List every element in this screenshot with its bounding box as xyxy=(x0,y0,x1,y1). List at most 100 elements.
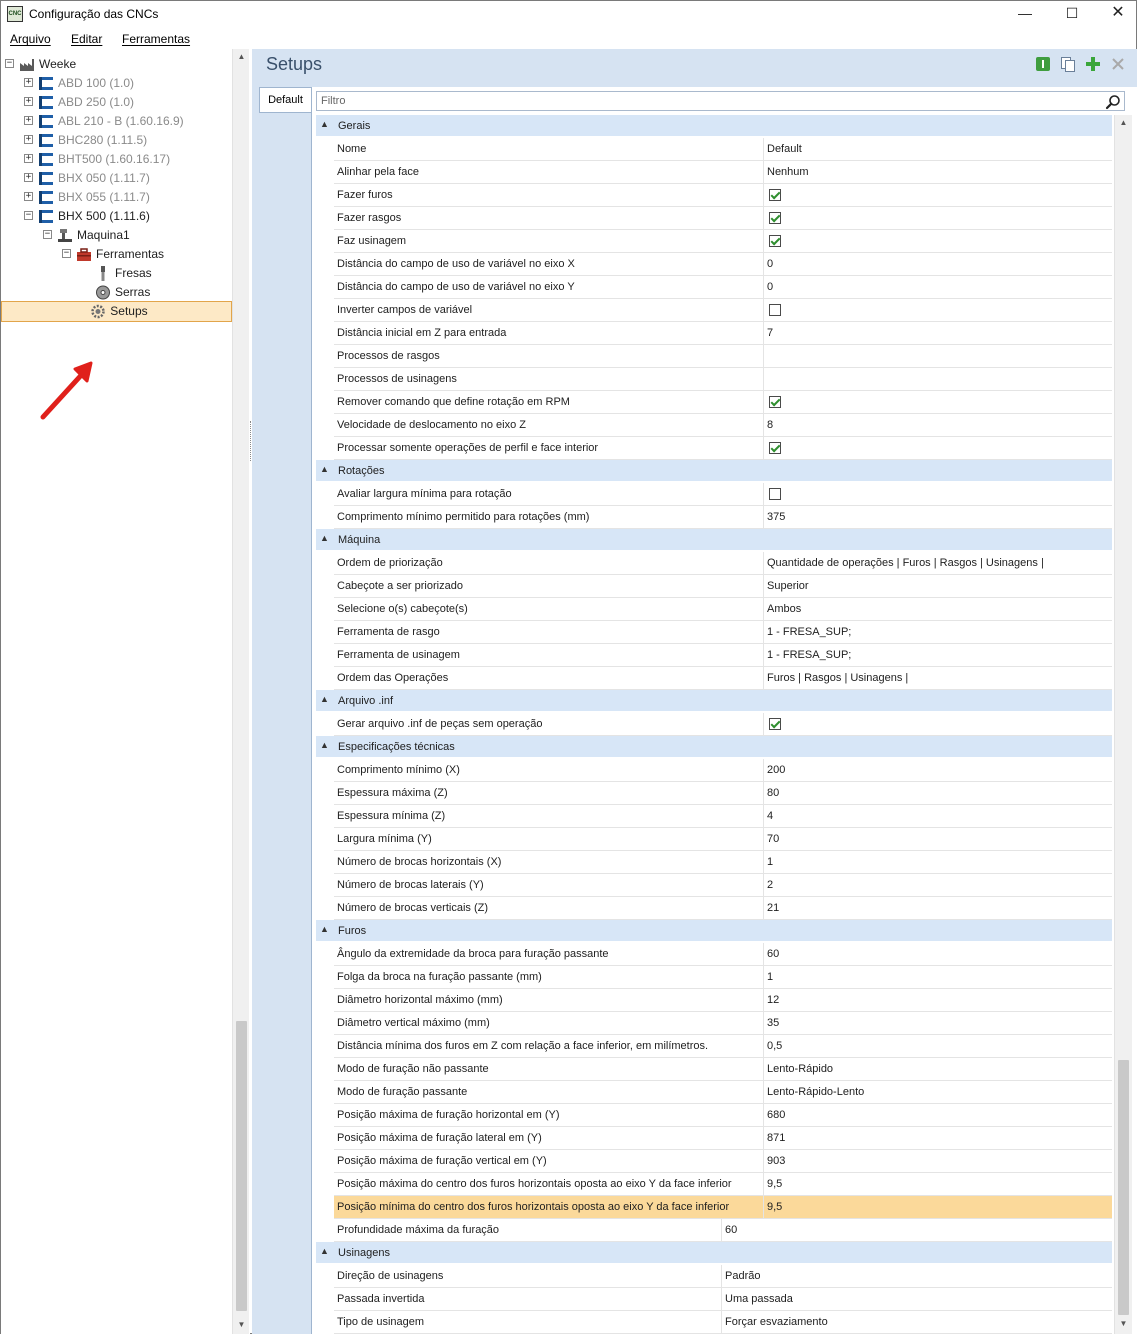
tree-node-tool[interactable]: Serras xyxy=(1,283,231,302)
property-checkbox[interactable] xyxy=(769,488,781,500)
property-row[interactable]: Selecione o(s) cabeçote(s) Ambos xyxy=(334,598,1112,621)
green-info-icon[interactable] xyxy=(1035,56,1051,72)
expand-icon[interactable]: + xyxy=(24,97,33,106)
category-header[interactable]: ▲ Rotações xyxy=(316,460,1112,482)
property-row[interactable]: Cabeçote a ser priorizado Superior xyxy=(334,575,1112,598)
filter-field[interactable] xyxy=(316,91,1125,111)
property-value[interactable]: Quantidade de operações | Furos | Rasgos… xyxy=(765,552,1112,574)
grid-scroll-up-icon[interactable]: ▲ xyxy=(1115,115,1132,131)
expand-icon[interactable]: + xyxy=(24,192,33,201)
scroll-up-icon[interactable]: ▲ xyxy=(233,49,250,65)
tree-node-maquina1[interactable]: − Maquina1 xyxy=(1,226,231,245)
property-row[interactable]: Remover comando que define rotação em RP… xyxy=(334,391,1112,414)
collapse-chevron-icon[interactable]: ▲ xyxy=(320,924,329,934)
property-value[interactable]: 680 xyxy=(765,1104,1112,1126)
filter-input[interactable] xyxy=(317,92,1097,110)
property-row[interactable]: Gerar arquivo .inf de peças sem operação xyxy=(334,713,1112,736)
property-value[interactable]: 12 xyxy=(765,989,1112,1011)
collapse-icon[interactable]: − xyxy=(43,230,52,239)
property-row[interactable]: Processar somente operações de perfil e … xyxy=(334,437,1112,460)
property-row[interactable]: Distância inicial em Z para entrada 7 xyxy=(334,322,1112,345)
category-header[interactable]: ▲ Arquivo .inf xyxy=(316,690,1112,712)
property-value[interactable]: Lento-Rápido-Lento xyxy=(765,1081,1112,1103)
property-row[interactable]: Comprimento mínimo (X) 200 xyxy=(334,759,1112,782)
property-row[interactable]: Diâmetro vertical máximo (mm) 35 xyxy=(334,1012,1112,1035)
search-icon[interactable] xyxy=(1105,94,1121,110)
property-row[interactable]: Nome Default xyxy=(334,138,1112,161)
category-header[interactable]: ▲ Especificações técnicas xyxy=(316,736,1112,758)
collapse-chevron-icon[interactable]: ▲ xyxy=(320,533,329,543)
property-row[interactable]: Distância do campo de uso de variável no… xyxy=(334,253,1112,276)
tree-node-machine[interactable]: − BHX 500 (1.11.6) xyxy=(1,207,231,226)
collapse-icon[interactable]: − xyxy=(5,59,14,68)
property-row[interactable]: Processos de usinagens xyxy=(334,368,1112,391)
property-value[interactable]: 9,5 xyxy=(765,1196,1112,1218)
property-row[interactable]: Ordem de priorização Quantidade de operaç… xyxy=(334,552,1112,575)
grid-scroll-down-icon[interactable]: ▼ xyxy=(1115,1316,1132,1332)
copy-icon[interactable] xyxy=(1060,56,1076,72)
property-row[interactable]: Fazer rasgos xyxy=(334,207,1112,230)
collapse-chevron-icon[interactable]: ▲ xyxy=(320,119,329,129)
property-value[interactable]: 200 xyxy=(765,759,1112,781)
grid-scrollbar[interactable]: ▲ ▼ xyxy=(1114,115,1132,1334)
maximize-icon[interactable]: ☐ xyxy=(1049,1,1095,27)
property-row[interactable]: Tipo de usinagem Forçar esvaziamento xyxy=(334,1311,1112,1334)
property-value[interactable]: Default xyxy=(765,138,1112,160)
property-row[interactable]: Espessura mínima (Z) 4 xyxy=(334,805,1112,828)
property-checkbox[interactable] xyxy=(769,235,781,247)
property-value[interactable]: Superior xyxy=(765,575,1112,597)
property-row[interactable]: Diâmetro horizontal máximo (mm) 12 xyxy=(334,989,1112,1012)
category-header[interactable]: ▲ Furos xyxy=(316,920,1112,942)
property-value[interactable]: 1 - FRESA_SUP; xyxy=(765,621,1112,643)
category-header[interactable]: ▲ Gerais xyxy=(316,115,1112,137)
tree-node-tool[interactable]: Fresas xyxy=(1,264,231,283)
property-row[interactable]: Posição máxima de furação vertical em (Y… xyxy=(334,1150,1112,1173)
property-row[interactable]: Espessura máxima (Z) 80 xyxy=(334,782,1112,805)
property-value[interactable]: Uma passada xyxy=(723,1288,1112,1310)
grid-scroll-thumb[interactable] xyxy=(1118,1060,1129,1315)
property-checkbox[interactable] xyxy=(769,396,781,408)
tree-node-machine[interactable]: + BHT500 (1.60.16.17) xyxy=(1,150,231,169)
property-value[interactable]: Furos | Rasgos | Usinagens | xyxy=(765,667,1112,689)
property-checkbox[interactable] xyxy=(769,442,781,454)
tree-node-machine[interactable]: + BHX 050 (1.11.7) xyxy=(1,169,231,188)
close-icon[interactable]: ✕ xyxy=(1095,1,1137,27)
property-row[interactable]: Folga da broca na furação passante (mm) 1 xyxy=(334,966,1112,989)
menu-editar[interactable]: Editar xyxy=(71,32,102,46)
property-value[interactable]: Padrão xyxy=(723,1265,1112,1287)
menu-ferramentas[interactable]: Ferramentas xyxy=(122,32,190,46)
property-value[interactable]: 8 xyxy=(765,414,1112,436)
property-value[interactable]: 375 xyxy=(765,506,1112,528)
expand-icon[interactable]: + xyxy=(24,78,33,87)
property-row[interactable]: Número de brocas horizontais (X) 1 xyxy=(334,851,1112,874)
tree-node-machine[interactable]: + BHC280 (1.11.5) xyxy=(1,131,231,150)
property-row[interactable]: Fazer furos xyxy=(334,184,1112,207)
property-value[interactable]: 35 xyxy=(765,1012,1112,1034)
property-value[interactable]: 903 xyxy=(765,1150,1112,1172)
minimize-icon[interactable]: — xyxy=(1002,1,1048,27)
property-row[interactable]: Posição mínima do centro dos furos horiz… xyxy=(334,1196,1112,1219)
tree-node-ferramentas[interactable]: − Ferramentas xyxy=(1,245,231,264)
property-value[interactable]: 70 xyxy=(765,828,1112,850)
property-value[interactable]: 60 xyxy=(765,943,1112,965)
property-value[interactable]: 1 xyxy=(765,966,1112,988)
property-row[interactable]: Largura mínima (Y) 70 xyxy=(334,828,1112,851)
property-row[interactable]: Posição máxima de furação horizontal em … xyxy=(334,1104,1112,1127)
property-value[interactable]: 0 xyxy=(765,253,1112,275)
property-value[interactable]: 0,5 xyxy=(765,1035,1112,1057)
collapse-chevron-icon[interactable]: ▲ xyxy=(320,1246,329,1256)
expand-icon[interactable]: + xyxy=(24,173,33,182)
property-value[interactable]: 80 xyxy=(765,782,1112,804)
property-row[interactable]: Velocidade de deslocamento no eixo Z8 xyxy=(334,414,1112,437)
property-value[interactable]: Lento-Rápido xyxy=(765,1058,1112,1080)
property-value[interactable] xyxy=(765,368,1112,390)
scroll-down-icon[interactable]: ▼ xyxy=(233,1317,250,1333)
property-value[interactable]: 4 xyxy=(765,805,1112,827)
property-value[interactable]: 9,5 xyxy=(765,1173,1112,1195)
tree-node-setups[interactable]: Setups xyxy=(1,301,232,322)
add-icon[interactable] xyxy=(1085,56,1101,72)
tree-scrollbar[interactable]: ▲ ▼ xyxy=(232,49,249,1334)
property-value[interactable]: 7 xyxy=(765,322,1112,344)
property-row[interactable]: Modo de furação não passante Lento-Rápido xyxy=(334,1058,1112,1081)
property-value[interactable]: Nenhum xyxy=(765,161,1112,183)
